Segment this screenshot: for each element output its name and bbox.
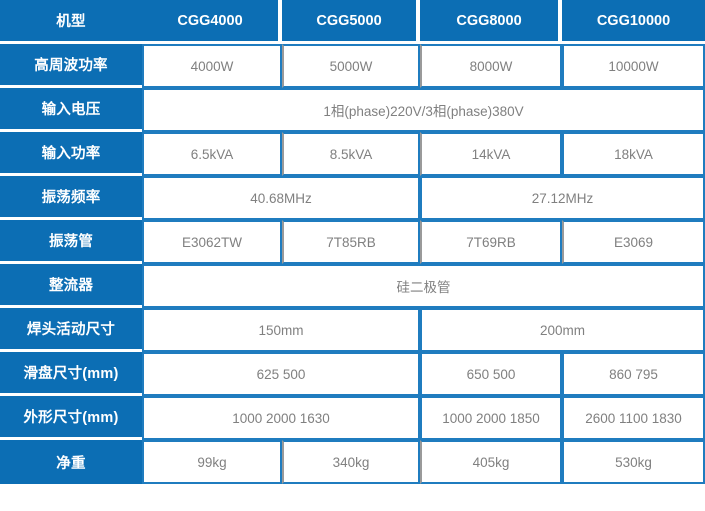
row-label-cell: 振荡管 bbox=[0, 220, 142, 264]
table-cell: 6.5kVA bbox=[142, 132, 282, 176]
row-label-cell: 整流器 bbox=[0, 264, 142, 308]
table-cell: 200mm bbox=[420, 308, 705, 352]
row-label-cell: 净重 bbox=[0, 440, 142, 484]
table-cell: 40.68MHz bbox=[142, 176, 420, 220]
table-row: 净重 99kg 340kg 405kg 530kg bbox=[0, 440, 705, 484]
row-label-cell: 外形尺寸(mm) bbox=[0, 396, 142, 440]
table-row: 外形尺寸(mm) 1000 2000 1630 1000 2000 1850 2600… bbox=[0, 396, 705, 440]
row-label-cell: 焊头活动尺寸 bbox=[0, 308, 142, 352]
table-cell: 18kVA bbox=[562, 132, 705, 176]
table-cell: 860 795 bbox=[562, 352, 705, 396]
table-cell: 硅二极管 bbox=[142, 264, 705, 308]
specification-table: 机型 CGG4000 CGG5000 CGG8000 CGG10000 高周波功率 4000… bbox=[0, 0, 705, 484]
table-row: 输入功率 6.5kVA 8.5kVA 14kVA 18kVA bbox=[0, 132, 705, 176]
table-cell: 1000 2000 1630 bbox=[142, 396, 420, 440]
row-label-cell: 滑盘尺寸(mm) bbox=[0, 352, 142, 396]
table-cell: 650 500 bbox=[420, 352, 562, 396]
row-label-cell: 输入电压 bbox=[0, 88, 142, 132]
table-cell: 405kg bbox=[420, 440, 562, 484]
header-label-cell: 机型 bbox=[0, 0, 142, 44]
table-cell: 1相(phase)220V/3相(phase)380V bbox=[142, 88, 705, 132]
table-cell: 27.12MHz bbox=[420, 176, 705, 220]
table-row: 滑盘尺寸(mm) 625 500 650 500 860 795 bbox=[0, 352, 705, 396]
table-cell: E3062TW bbox=[142, 220, 282, 264]
table-row: 振荡管 E3062TW 7T85RB 7T69RB E3069 bbox=[0, 220, 705, 264]
table-row: 整流器 硅二极管 bbox=[0, 264, 705, 308]
table-cell: 8.5kVA bbox=[282, 132, 420, 176]
table-cell: 8000W bbox=[420, 44, 562, 88]
table-cell: 14kVA bbox=[420, 132, 562, 176]
row-label-cell: 高周波功率 bbox=[0, 44, 142, 88]
row-label-cell: 振荡频率 bbox=[0, 176, 142, 220]
table-cell: 530kg bbox=[562, 440, 705, 484]
header-model-cgg10000: CGG10000 bbox=[562, 0, 705, 44]
table-cell: 7T69RB bbox=[420, 220, 562, 264]
header-model-cgg4000: CGG4000 bbox=[142, 0, 282, 44]
table-cell: 1000 2000 1850 bbox=[420, 396, 562, 440]
header-model-cgg8000: CGG8000 bbox=[420, 0, 562, 44]
table-cell: 5000W bbox=[282, 44, 420, 88]
table-cell: 4000W bbox=[142, 44, 282, 88]
table-cell: 340kg bbox=[282, 440, 420, 484]
table-cell: 2600 1100 1830 bbox=[562, 396, 705, 440]
table-cell: 625 500 bbox=[142, 352, 420, 396]
table-row: 焊头活动尺寸 150mm 200mm bbox=[0, 308, 705, 352]
table-row: 高周波功率 4000W 5000W 8000W 10000W bbox=[0, 44, 705, 88]
table-cell: 10000W bbox=[562, 44, 705, 88]
row-label-cell: 输入功率 bbox=[0, 132, 142, 176]
header-model-cgg5000: CGG5000 bbox=[282, 0, 420, 44]
table-header-row: 机型 CGG4000 CGG5000 CGG8000 CGG10000 bbox=[0, 0, 705, 44]
table-body: 机型 CGG4000 CGG5000 CGG8000 CGG10000 高周波功率 4000… bbox=[0, 0, 705, 484]
table-cell: 7T85RB bbox=[282, 220, 420, 264]
table-row: 输入电压 1相(phase)220V/3相(phase)380V bbox=[0, 88, 705, 132]
table-row: 振荡频率 40.68MHz 27.12MHz bbox=[0, 176, 705, 220]
table-cell: 150mm bbox=[142, 308, 420, 352]
table-cell: 99kg bbox=[142, 440, 282, 484]
table-cell: E3069 bbox=[562, 220, 705, 264]
